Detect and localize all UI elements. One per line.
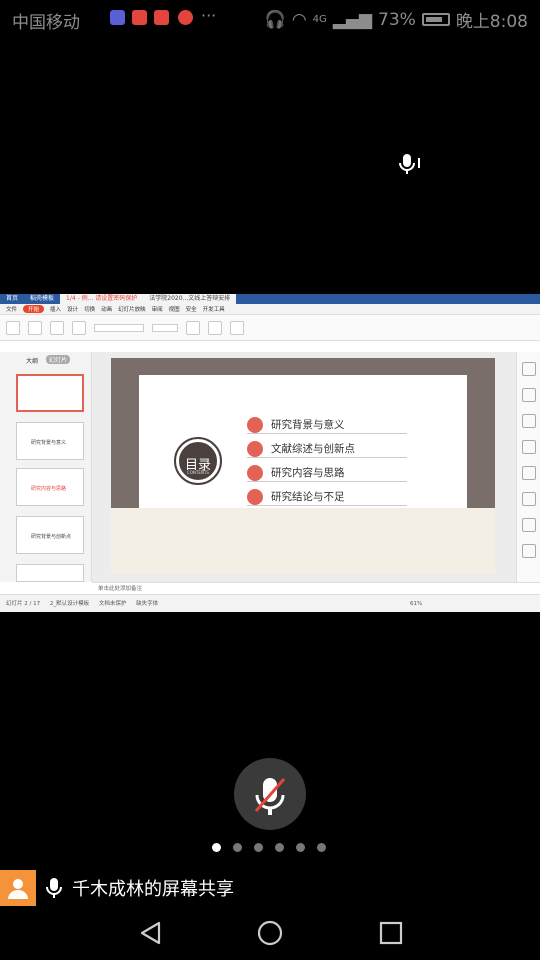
mic-icon — [46, 878, 62, 898]
navigation-bar — [0, 908, 540, 960]
slide-counter: 幻灯片 2 / 17 — [6, 601, 41, 607]
tab-document-1[interactable]: 1/4 - 例... 请设置密码保护 — [60, 294, 144, 304]
menu-security[interactable]: 安全 — [186, 305, 197, 313]
panel-tab-slides[interactable]: 幻灯片 — [46, 355, 71, 364]
missing-font-status: 缺失字体 — [136, 601, 159, 607]
transition-tool-icon[interactable] — [522, 388, 536, 402]
browser-tab-bar: 首页 稻壳模板 1/4 - 例... 请设置密码保护 法学院2020...文线上… — [0, 294, 540, 304]
seal-subtitle: CONTENTS — [187, 470, 209, 475]
recents-icon[interactable] — [378, 920, 404, 946]
word-art-tool-icon[interactable] — [522, 414, 536, 428]
menu-home[interactable]: 开始 — [23, 305, 45, 313]
back-icon[interactable] — [138, 920, 164, 946]
paste-button[interactable] — [6, 320, 20, 335]
app-notification-icon — [154, 10, 169, 25]
format-painter-button[interactable] — [28, 320, 42, 335]
battery-icon — [421, 13, 450, 26]
zoom-level[interactable]: 61% — [410, 595, 422, 612]
toc-bullet-icon — [247, 488, 263, 505]
slide-thumbnail-5[interactable]: 研究背景与创新点 — [16, 516, 84, 554]
wifi-icon: ◠ — [291, 9, 307, 30]
toc-item: 研究结论与不足 — [247, 488, 407, 506]
menu-insert[interactable]: 插入 — [50, 305, 61, 313]
menu-transition[interactable]: 切换 — [84, 305, 95, 313]
toc-bullet-icon — [247, 464, 263, 481]
pager-dot[interactable] — [254, 843, 263, 852]
notes-field[interactable]: 单击此处添加备注 — [92, 582, 540, 594]
contents-seal: 目录 CONTENTS — [159, 436, 233, 490]
picture-button[interactable] — [230, 320, 244, 335]
app-notification-icon — [132, 10, 147, 25]
menu-file[interactable]: 文件 — [6, 305, 17, 313]
share-label: 千木成林的屏幕共享 — [72, 879, 234, 900]
font-select[interactable] — [94, 323, 144, 332]
envelope-graphic — [111, 508, 495, 574]
muted-mic-icon — [254, 778, 286, 815]
chart-tool-icon[interactable] — [522, 466, 536, 480]
toc-bullet-icon — [247, 416, 263, 433]
speaking-mic-icon — [398, 152, 422, 176]
play-button[interactable] — [50, 320, 64, 335]
right-tool-bar — [516, 352, 540, 582]
picture-tool-icon[interactable] — [522, 492, 536, 506]
shared-screen[interactable]: 首页 稻壳模板 1/4 - 例... 请设置密码保护 法学院2020...文线上… — [0, 294, 540, 612]
pager-dots — [212, 843, 326, 852]
pager-dot[interactable] — [212, 843, 221, 852]
menu-developer[interactable]: 开发工具 — [203, 305, 225, 313]
status-bar: 中国移动 ··· 🎧 ◠ 4G ▂▄▆ 73% 晚上8:08 — [0, 0, 540, 36]
cloud-font-tool-icon[interactable] — [522, 544, 536, 558]
carrier-name: 中国移动 — [12, 13, 80, 33]
clock: 晚上8:08 — [455, 12, 528, 32]
slide-canvas[interactable]: 目录 CONTENTS 研究背景与意义 文献综述与创新点 研究内容与思路 研究结… — [111, 358, 495, 574]
slide-thumbnail-6[interactable] — [16, 564, 84, 582]
menu-design[interactable]: 设计 — [67, 305, 78, 313]
slide-thumbnail-3[interactable]: 研究背景与意义 — [16, 422, 84, 460]
pager-dot[interactable] — [317, 843, 326, 852]
toc-bullet-icon — [247, 440, 263, 457]
person-icon — [8, 879, 28, 899]
slide-panel: 大纲 幻灯片 研究背景与意义 研究内容与思路 研究背景与创新点 — [0, 352, 92, 582]
toc-item: 研究内容与思路 — [247, 464, 407, 482]
screen-share-info: 千木成林的屏幕共享 — [0, 869, 234, 907]
home-icon[interactable] — [257, 920, 283, 946]
slide-editor[interactable]: 目录 CONTENTS 研究背景与意义 文献综述与创新点 研究内容与思路 研究结… — [92, 352, 516, 582]
slide-thumbnail-2[interactable] — [16, 374, 84, 412]
pager-dot[interactable] — [233, 843, 242, 852]
signal-icon: ▂▄▆ — [332, 9, 373, 30]
slide-thumbnail-4[interactable]: 研究内容与思路 — [16, 468, 84, 506]
toc-item: 研究背景与意义 — [247, 416, 407, 434]
mute-toggle-button[interactable] — [234, 758, 306, 830]
theme-name: 2_默认设计模板 — [49, 601, 90, 607]
tab-docer[interactable]: 稻壳模板 — [24, 294, 60, 304]
pager-dot[interactable] — [275, 843, 284, 852]
battery-percent: 73% — [378, 9, 416, 30]
menu-slideshow[interactable]: 幻灯片放映 — [118, 305, 146, 313]
signal-label: 4G — [312, 14, 327, 25]
text-box-button[interactable] — [186, 320, 200, 335]
properties-tool-icon[interactable] — [522, 440, 536, 454]
menu-animation[interactable]: 动画 — [101, 305, 112, 313]
shape-button[interactable] — [208, 320, 222, 335]
app-notification-icon — [178, 10, 193, 25]
tab-home[interactable]: 首页 — [0, 294, 24, 304]
pager-dot[interactable] — [296, 843, 305, 852]
new-slide-button[interactable] — [72, 320, 86, 335]
panel-tab-outline[interactable]: 大纲 — [26, 356, 38, 365]
headphones-icon: 🎧 — [264, 9, 286, 30]
toc-item: 文献综述与创新点 — [247, 440, 407, 458]
font-size-select[interactable] — [152, 323, 178, 332]
app-notification-icon — [110, 10, 125, 25]
app-status-bar: 幻灯片 2 / 17 2_默认设计模板 文档未保护 缺失字体 61% — [0, 594, 540, 612]
more-icon: ··· — [201, 6, 217, 25]
protect-status: 文档未保护 — [98, 601, 127, 607]
grid-tool-icon[interactable] — [522, 518, 536, 532]
animation-tool-icon[interactable] — [522, 362, 536, 376]
avatar[interactable] — [0, 870, 36, 906]
menu-view[interactable]: 视图 — [169, 305, 180, 313]
ribbon-toolbar — [0, 315, 540, 341]
tab-document-2[interactable]: 法学院2020...文线上答辩安排 — [143, 294, 237, 304]
menu-bar: 文件 开始 插入 设计 切换 动画 幻灯片放映 审阅 视图 安全 开发工具 — [0, 304, 540, 315]
menu-review[interactable]: 审阅 — [152, 305, 163, 313]
